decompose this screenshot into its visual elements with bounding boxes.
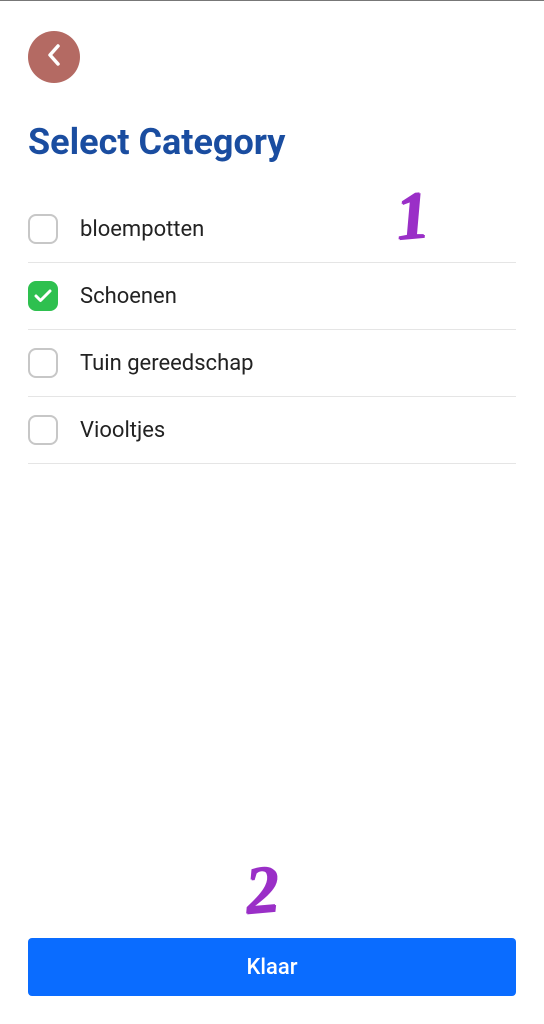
done-button-label: Klaar [246, 955, 297, 980]
checkbox-unchecked-icon[interactable] [28, 214, 58, 244]
category-label: bloempotten [80, 217, 204, 242]
category-label: Tuin gereedschap [80, 351, 254, 376]
checkbox-unchecked-icon[interactable] [28, 415, 58, 445]
annotation-marker-2: 2 [242, 849, 283, 931]
back-button[interactable] [28, 31, 80, 83]
category-item-viooltjes[interactable]: Viooltjes [28, 397, 516, 464]
category-item-schoenen[interactable]: Schoenen [28, 263, 516, 330]
category-item-tuin-gereedschap[interactable]: Tuin gereedschap [28, 330, 516, 397]
category-label: Viooltjes [80, 418, 165, 443]
checkbox-checked-icon[interactable] [28, 281, 58, 311]
category-label: Schoenen [80, 284, 177, 309]
done-button[interactable]: Klaar [28, 938, 516, 996]
category-item-bloempotten[interactable]: bloempotten [28, 196, 516, 263]
chevron-left-icon [46, 43, 62, 71]
category-list: bloempotten Schoenen Tuin gereedschap Vi… [28, 196, 516, 464]
page-title: Select Category [28, 121, 285, 163]
checkbox-unchecked-icon[interactable] [28, 348, 58, 378]
